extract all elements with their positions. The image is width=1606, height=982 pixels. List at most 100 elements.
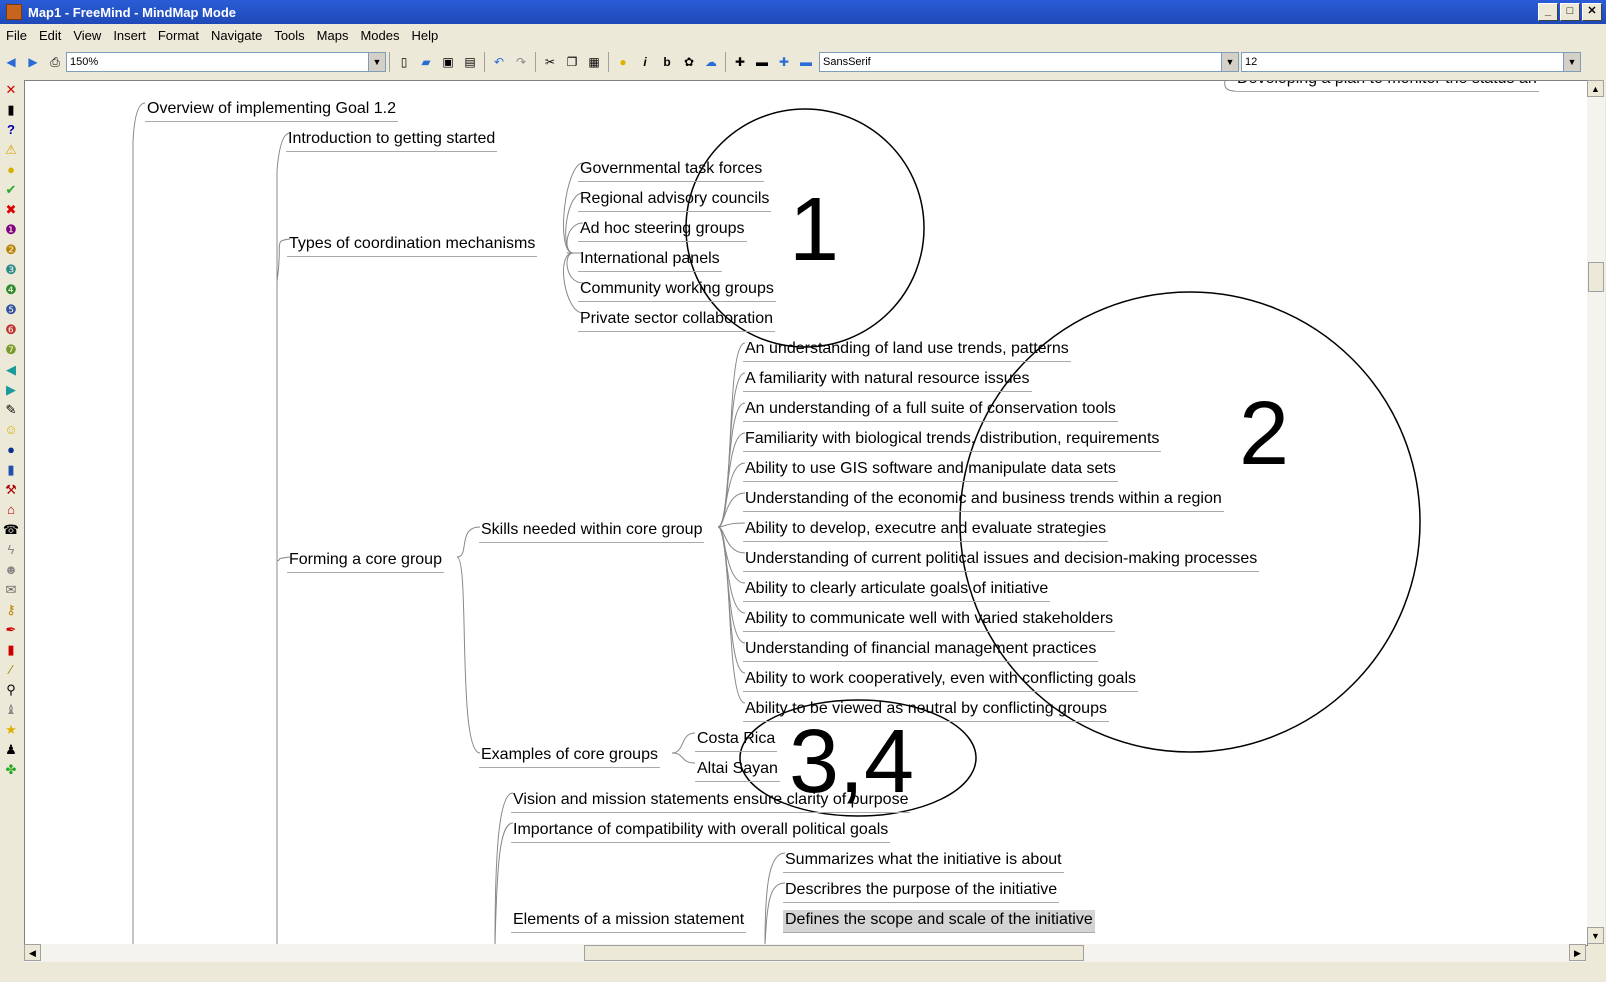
bell-icon[interactable]: ♝ xyxy=(2,700,20,720)
node-skill-child[interactable]: Ability to work cooperatively, even with… xyxy=(743,669,1138,692)
node-type-child[interactable]: Community working groups xyxy=(578,279,776,302)
key-icon[interactable]: ⚷ xyxy=(2,600,20,620)
priority-3-icon[interactable]: ❸ xyxy=(2,260,20,280)
priority-7-icon[interactable]: ❼ xyxy=(2,340,20,360)
maximize-button[interactable]: □ xyxy=(1560,3,1580,21)
chevron-down-icon[interactable]: ▼ xyxy=(368,53,385,71)
penguin-icon[interactable]: ♟ xyxy=(2,740,20,760)
cut-icon[interactable]: ✂ xyxy=(541,53,559,71)
cloud-color-icon[interactable]: ✿ xyxy=(680,53,698,71)
mail-icon[interactable]: ✉ xyxy=(2,580,20,600)
horizontal-scrollbar[interactable]: ◀ ▶ xyxy=(24,944,1586,962)
globe-icon[interactable]: ● xyxy=(2,440,20,460)
smiley-icon[interactable]: ☺ xyxy=(2,420,20,440)
menu-view[interactable]: View xyxy=(67,28,107,43)
plus-blue-icon[interactable]: ✚ xyxy=(775,53,793,71)
attach-icon[interactable]: ✎ xyxy=(2,400,20,420)
node-example-child[interactable]: Costa Rica xyxy=(695,729,778,752)
increase-icon[interactable]: ✚ xyxy=(731,53,749,71)
back-icon[interactable]: ◀ xyxy=(2,53,20,71)
scroll-left-icon[interactable]: ◀ xyxy=(24,944,41,961)
menu-edit[interactable]: Edit xyxy=(33,28,67,43)
node-element-child-selected[interactable]: Defines the scope and scale of the initi… xyxy=(783,910,1095,933)
idea-icon[interactable]: ● xyxy=(2,160,20,180)
node-skill-child[interactable]: Understanding of the economic and busine… xyxy=(743,489,1224,512)
node-examples[interactable]: Examples of core groups xyxy=(479,745,660,768)
priority-5-icon[interactable]: ❺ xyxy=(2,300,20,320)
hammer-icon[interactable]: ⚒ xyxy=(2,480,20,500)
arrow-right-icon[interactable]: ▶ xyxy=(2,380,20,400)
star-icon[interactable]: ★ xyxy=(2,720,20,740)
node-root[interactable]: Overview of implementing Goal 1.2 xyxy=(145,99,398,122)
node-type-child[interactable]: Regional advisory councils xyxy=(578,189,772,212)
node-skill-child[interactable]: An understanding of a full suite of cons… xyxy=(743,399,1118,422)
paste-icon[interactable]: ▦ xyxy=(585,53,603,71)
question-icon[interactable]: ? xyxy=(2,120,20,140)
bold-icon[interactable]: b xyxy=(658,53,676,71)
scroll-up-icon[interactable]: ▲ xyxy=(1587,80,1604,97)
horizontal-scroll-thumb[interactable] xyxy=(584,945,1084,961)
node-forming[interactable]: Forming a core group xyxy=(287,550,444,573)
node-skill-child[interactable]: Familiarity with biological trends, dist… xyxy=(743,429,1162,452)
phone-icon[interactable]: ☎ xyxy=(2,520,20,540)
node-skill-child[interactable]: Understanding of current political issue… xyxy=(743,549,1260,572)
node-skill-child[interactable]: Ability to clearly articulate goals of i… xyxy=(743,579,1051,602)
node-skill-child[interactable]: Ability to develop, executre and evaluat… xyxy=(743,519,1109,542)
home-icon[interactable]: ⌂ xyxy=(2,500,20,520)
pen-icon[interactable]: ✒ xyxy=(2,620,20,640)
new-map-icon[interactable]: ▯ xyxy=(395,53,413,71)
minus-blue-icon[interactable]: ▬ xyxy=(797,53,815,71)
magnifier-icon[interactable]: ⚲ xyxy=(2,680,20,700)
idea-icon[interactable]: ● xyxy=(614,53,632,71)
people-icon[interactable]: ☻ xyxy=(2,560,20,580)
flag-icon[interactable]: ▮ xyxy=(2,640,20,660)
book-icon[interactable]: ▮ xyxy=(2,460,20,480)
priority-2-icon[interactable]: ❷ xyxy=(2,240,20,260)
node-top-right[interactable]: Developing a plan to monitor the status … xyxy=(1235,81,1539,92)
save-as-icon[interactable]: ▤ xyxy=(461,53,479,71)
vertical-scrollbar[interactable]: ▲ ▼ xyxy=(1587,80,1605,944)
clover-icon[interactable]: ✤ xyxy=(2,760,20,780)
node-element-child[interactable]: Describres the purpose of the initiative xyxy=(783,880,1060,903)
vertical-scroll-thumb[interactable] xyxy=(1588,262,1604,292)
font-family-select[interactable]: SansSerif ▼ xyxy=(819,52,1239,72)
node-elements[interactable]: Elements of a mission statement xyxy=(511,910,747,933)
node-skill-child[interactable]: Ability to use GIS software and manipula… xyxy=(743,459,1118,482)
open-icon[interactable]: ▰ xyxy=(417,53,435,71)
node-skill-child[interactable]: Ability to communicate well with varied … xyxy=(743,609,1116,632)
wand-icon[interactable]: ⁄ xyxy=(2,660,20,680)
menu-format[interactable]: Format xyxy=(152,28,205,43)
lightning-icon[interactable]: ϟ xyxy=(2,540,20,560)
menu-file[interactable]: File xyxy=(0,28,33,43)
cross-icon[interactable]: ✖ xyxy=(2,200,20,220)
node-skill-child[interactable]: Understanding of financial management pr… xyxy=(743,639,1099,662)
menu-navigate[interactable]: Navigate xyxy=(205,28,268,43)
scroll-down-icon[interactable]: ▼ xyxy=(1587,927,1604,944)
redo-icon[interactable]: ↷ xyxy=(512,53,530,71)
remove-icon[interactable]: ✕ xyxy=(2,80,20,100)
undo-icon[interactable]: ↶ xyxy=(490,53,508,71)
node-intro[interactable]: Introduction to getting started xyxy=(286,129,498,152)
node-example-child[interactable]: Altai Sayan xyxy=(695,759,780,782)
forward-icon[interactable]: ▶ xyxy=(24,53,42,71)
menu-insert[interactable]: Insert xyxy=(107,28,152,43)
cloud-icon[interactable]: ☁ xyxy=(702,53,720,71)
menu-help[interactable]: Help xyxy=(406,28,445,43)
priority-1-icon[interactable]: ❶ xyxy=(2,220,20,240)
menu-modes[interactable]: Modes xyxy=(354,28,405,43)
node-type-child[interactable]: International panels xyxy=(578,249,722,272)
check-icon[interactable]: ✔ xyxy=(2,180,20,200)
trash-icon[interactable]: ▮ xyxy=(2,100,20,120)
copy-icon[interactable]: ❐ xyxy=(563,53,581,71)
italic-icon[interactable]: i xyxy=(636,53,654,71)
priority-6-icon[interactable]: ❻ xyxy=(2,320,20,340)
node-skill-child[interactable]: A familiarity with natural resource issu… xyxy=(743,369,1032,392)
mindmap-canvas[interactable]: Developing a plan to monitor the status … xyxy=(24,80,1588,946)
node-types[interactable]: Types of coordination mechanisms xyxy=(287,234,538,257)
scroll-right-icon[interactable]: ▶ xyxy=(1569,944,1586,961)
node-element-child[interactable]: Summarizes what the initiative is about xyxy=(783,850,1064,873)
decrease-icon[interactable]: ▬ xyxy=(753,53,771,71)
arrow-left-icon[interactable]: ◀ xyxy=(2,360,20,380)
chevron-down-icon[interactable]: ▼ xyxy=(1221,53,1238,71)
print-icon[interactable]: ⎙ xyxy=(46,53,64,71)
